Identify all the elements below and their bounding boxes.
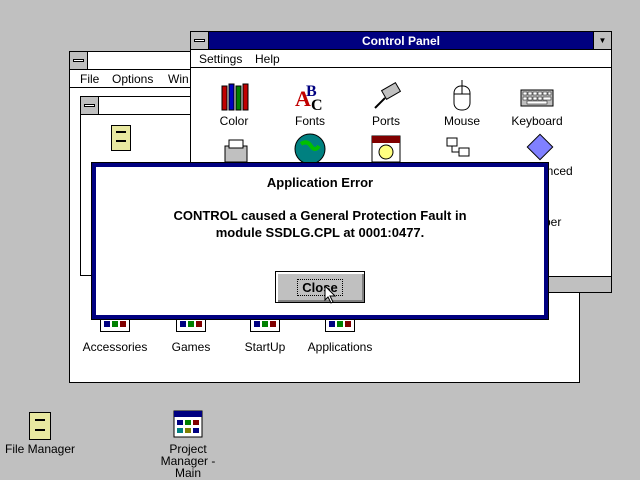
- menu-settings[interactable]: Settings: [199, 52, 242, 66]
- error-message: CONTROL caused a General Protection Faul…: [96, 207, 544, 241]
- group-label: StartUp: [244, 340, 286, 354]
- icon-label: Keyboard: [511, 114, 563, 128]
- program-manager-icon: [173, 410, 203, 440]
- desktop-icon-label: Project Manager - Main: [148, 443, 228, 479]
- icon-label: Ports: [371, 114, 400, 128]
- minimize-button[interactable]: ▼: [593, 32, 611, 49]
- icon-label: Color: [219, 114, 249, 128]
- group-startup[interactable]: StartUp: [230, 316, 300, 354]
- control-panel-titlebar[interactable]: Control Panel ▼: [191, 32, 611, 50]
- application-error-dialog[interactable]: Application Error CONTROL caused a Gener…: [91, 162, 549, 320]
- svg-text:C: C: [311, 97, 323, 112]
- group-applications[interactable]: Applications: [305, 316, 375, 354]
- error-message-line-1: CONTROL caused a General Protection Faul…: [173, 208, 467, 223]
- error-message-line-2: module SSDLG.CPL at 0001:0477.: [215, 225, 425, 240]
- menu-options[interactable]: Options: [112, 72, 153, 86]
- advanced-chip-icon[interactable]: [525, 132, 555, 165]
- fonts-abc-icon: A B C: [293, 80, 327, 114]
- label-line-3: Main: [174, 466, 201, 480]
- system-menu-button[interactable]: [70, 52, 88, 69]
- keyboard-icon: [520, 80, 554, 112]
- group-label: Games: [171, 340, 211, 354]
- control-panel-menubar: Settings Help: [191, 50, 611, 68]
- group-accessories[interactable]: Accessories: [80, 316, 150, 354]
- system-menu-button[interactable]: [191, 32, 209, 49]
- menu-file[interactable]: File: [80, 72, 99, 86]
- mouse-cursor-icon: [324, 285, 337, 304]
- cpl-keyboard[interactable]: Keyboard: [502, 80, 572, 128]
- group-label: Accessories: [82, 340, 148, 354]
- cpl-fonts[interactable]: A B C Fonts: [275, 80, 345, 128]
- control-panel-title: Control Panel: [361, 34, 440, 48]
- cpl-mouse[interactable]: Mouse: [427, 80, 497, 128]
- color-crayons-icon: [217, 80, 251, 112]
- cpl-ports[interactable]: Ports: [351, 80, 421, 128]
- main-group-system-menu-button[interactable]: [81, 97, 99, 114]
- file-manager-group-icon[interactable]: [111, 125, 131, 151]
- desktop-icon-label: File Manager: [4, 442, 76, 456]
- ports-plug-icon: [369, 80, 403, 112]
- group-games[interactable]: Games: [156, 316, 226, 354]
- desktop-program-manager[interactable]: Project Manager - Main: [148, 410, 228, 479]
- menu-help[interactable]: Help: [255, 52, 280, 66]
- desktop-file-manager[interactable]: File Manager: [0, 412, 80, 455]
- cpl-color[interactable]: Color: [199, 80, 269, 128]
- icon-label: Mouse: [443, 114, 481, 128]
- menu-window[interactable]: Win: [168, 72, 189, 86]
- dialog-title: Application Error: [266, 175, 374, 190]
- group-label: Applications: [307, 340, 373, 354]
- mouse-icon: [445, 80, 479, 112]
- icon-label: Fonts: [294, 114, 325, 128]
- file-manager-cabinet-icon: [29, 412, 51, 440]
- close-button[interactable]: Close: [275, 271, 365, 303]
